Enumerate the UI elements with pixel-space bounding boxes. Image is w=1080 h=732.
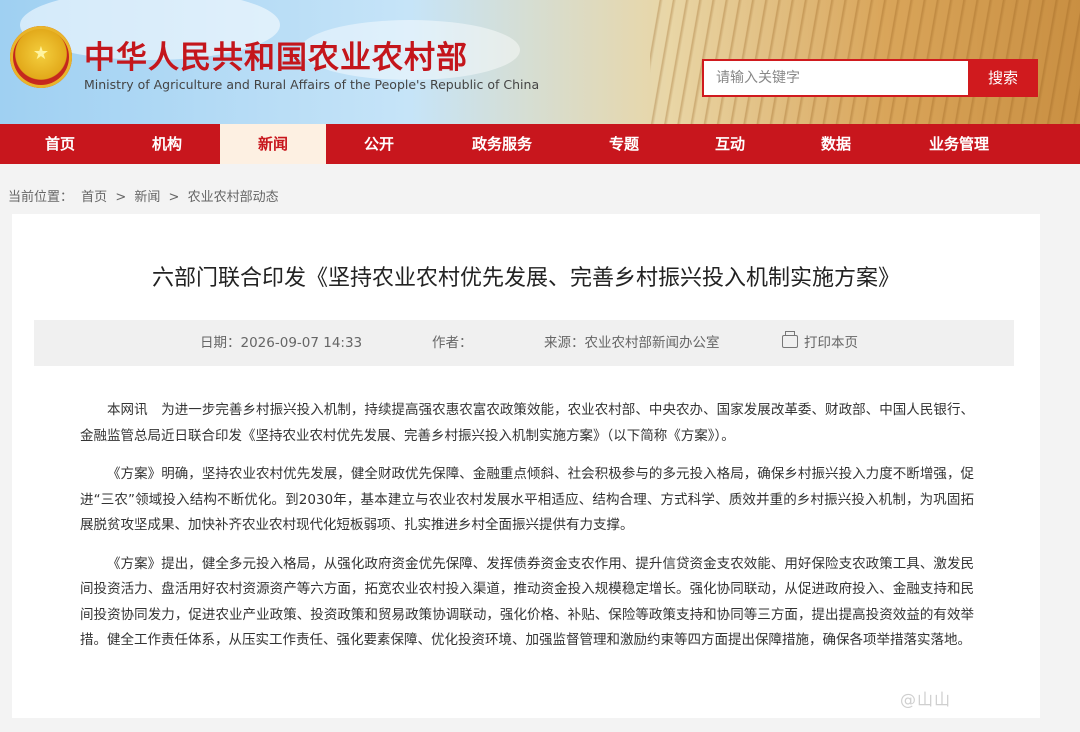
breadcrumb: 当前位置： 首页 > 新闻 > 农业农村部动态 <box>8 186 283 205</box>
site-subtitle-en: Ministry of Agriculture and Rural Affair… <box>84 77 540 92</box>
nav-item-business-management[interactable]: 业务管理 <box>896 124 1022 164</box>
nav-item-data[interactable]: 数据 <box>782 124 890 164</box>
printer-icon <box>782 331 798 348</box>
article-meta-bar: 日期：2026-09-07 14:33 作者： 来源：农业农村部新闻办公室 打印… <box>34 320 1014 366</box>
site-title[interactable]: 中华人民共和国农业农村部 <box>84 32 468 77</box>
print-label: 打印本页 <box>804 335 858 351</box>
article-body: 本网讯 为进一步完善乡村振兴投入机制，持续提高强农惠农富农政策效能，农业农村部、… <box>80 398 974 667</box>
article-paragraph: 《方案》明确，坚持农业农村优先发展，健全财政优先保障、金融重点倾斜、社会积极参与… <box>80 466 974 533</box>
site-header: ★ 中华人民共和国农业农村部 Ministry of Agriculture a… <box>0 0 1080 124</box>
search-input[interactable]: 请输入关键字 <box>702 59 970 97</box>
breadcrumb-prefix: 当前位置： <box>8 190 74 205</box>
breadcrumb-link-news[interactable]: 新闻 <box>134 190 160 205</box>
nav-item-topics[interactable]: 专题 <box>570 124 678 164</box>
article-paragraph: 《方案》提出，健全多元投入格局，从强化政府资金优先保障、发挥债券资金支农作用、提… <box>80 555 974 649</box>
article-paragraph: 本网讯 为进一步完善乡村振兴投入机制，持续提高强农惠农富农政策效能，农业农村部、… <box>80 402 974 444</box>
breadcrumb-separator: > <box>168 190 180 205</box>
nav-item-public[interactable]: 公开 <box>326 124 432 164</box>
watermark: @山山 <box>900 690 952 709</box>
national-emblem-icon[interactable]: ★ <box>10 26 72 88</box>
search-button[interactable]: 搜索 <box>968 59 1038 97</box>
article-date: 日期：2026-09-07 14:33 <box>200 335 363 351</box>
nav-item-news[interactable]: 新闻 <box>220 124 326 164</box>
breadcrumb-separator: > <box>115 190 127 205</box>
breadcrumb-link-ministry-news[interactable]: 农业农村部动态 <box>188 190 279 205</box>
article-title: 六部门联合印发《坚持农业农村优先发展、完善乡村振兴投入机制实施方案》 <box>151 266 900 291</box>
print-button[interactable]: 打印本页 <box>782 320 858 366</box>
nav-item-organization[interactable]: 机构 <box>114 124 220 164</box>
article-author: 作者： <box>432 335 473 351</box>
breadcrumb-link-home[interactable]: 首页 <box>81 190 107 205</box>
main-nav: 首页 机构 新闻 公开 政务服务 专题 互动 数据 业务管理 <box>0 124 1080 164</box>
article-source: 来源：农业农村部新闻办公室 <box>544 335 720 351</box>
article-panel: 六部门联合印发《坚持农业农村优先发展、完善乡村振兴投入机制实施方案》 日期：20… <box>12 214 1040 718</box>
nav-item-home[interactable]: 首页 <box>0 124 120 164</box>
nav-item-interaction[interactable]: 互动 <box>676 124 784 164</box>
nav-item-gov-services[interactable]: 政务服务 <box>440 124 564 164</box>
